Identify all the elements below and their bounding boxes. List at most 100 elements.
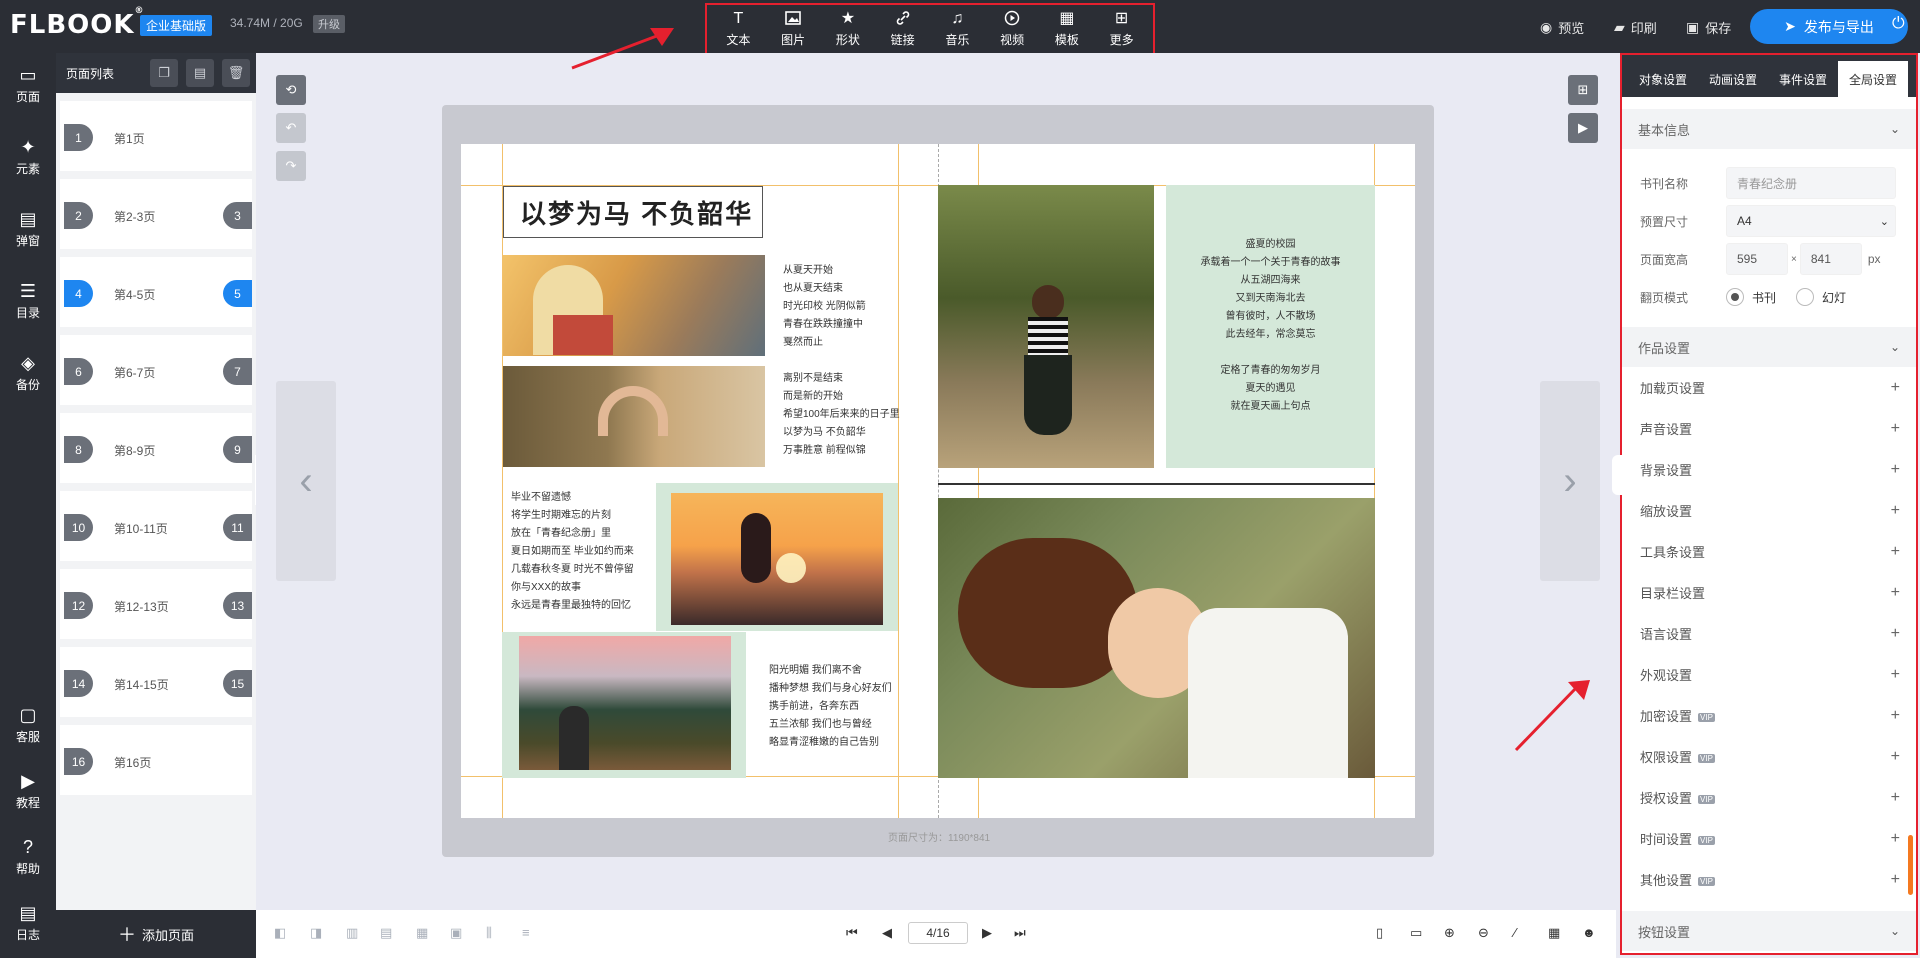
prev-page-icon[interactable]: ◀	[882, 925, 892, 941]
flip-slide-radio[interactable]	[1796, 288, 1815, 306]
photo-blonde-girl[interactable]	[503, 255, 765, 356]
add-page-button[interactable]: ＋添加页面	[56, 910, 256, 958]
align-left-icon[interactable]: ◧	[274, 925, 286, 941]
grid-icon[interactable]: ▦	[1548, 925, 1560, 941]
photo-girl-grass[interactable]	[938, 498, 1375, 778]
duplicate-page-button[interactable]: ▤	[186, 59, 214, 87]
page-width-input[interactable]: 595	[1726, 243, 1788, 275]
align-center-icon[interactable]: ◨	[310, 925, 322, 941]
section-work-settings[interactable]: 作品设置 ⌄	[1622, 327, 1916, 367]
nav-backup[interactable]: ◈ 备份	[0, 341, 56, 405]
spread-view-icon[interactable]: ▭	[1410, 925, 1422, 941]
page-view-icon[interactable]: ▯	[1376, 925, 1383, 941]
section-button-settings[interactable]: 按钮设置 ⌄	[1622, 911, 1916, 951]
next-page-icon[interactable]: ▶	[982, 925, 992, 941]
power-icon[interactable]: ⏻	[1892, 15, 1905, 33]
poem-text-5[interactable]: 盛夏的校园 承载着一个一个关于青春的故事 从五湖四海来 又到天南海北去 曾有彼时…	[1166, 236, 1375, 416]
page-item-6-7[interactable]: 6 第6-7页 7	[60, 335, 252, 405]
page-item-12-13[interactable]: 12 第12-13页 13	[60, 569, 252, 639]
zoom-out-icon[interactable]: ⊖	[1478, 925, 1489, 941]
setting-sound[interactable]: 声音设置 +	[1622, 408, 1916, 449]
align-bottom-icon[interactable]: ▣	[450, 925, 462, 941]
setting-toolbar[interactable]: 工具条设置 +	[1622, 531, 1916, 572]
tab-object-settings[interactable]: 对象设置	[1628, 61, 1698, 97]
photo-girl-walking[interactable]	[938, 185, 1154, 468]
poem-text-1[interactable]: 从夏天开始 也从夏天结束 时光印校 光阴似箭 青春在跌跌撞撞中 戛然而止	[783, 262, 866, 352]
setting-background[interactable]: 背景设置 +	[1622, 449, 1916, 490]
align-right-icon[interactable]: ▥	[346, 925, 358, 941]
book-name-input[interactable]: 青春纪念册	[1726, 167, 1896, 199]
page-item-4-5[interactable]: 4 第4-5页 5	[60, 257, 252, 327]
setting-time[interactable]: 时间设置 VIP +	[1622, 818, 1916, 859]
setting-authorization[interactable]: 授权设置 VIP +	[1622, 777, 1916, 818]
nav-page[interactable]: ▭ 页面	[0, 53, 56, 117]
photo-forest-camera[interactable]	[519, 636, 731, 770]
page-item-16[interactable]: 16 第16页	[60, 725, 252, 795]
print-button[interactable]: ▰ 印刷	[1614, 18, 1657, 37]
upgrade-button[interactable]: 升级	[313, 15, 345, 33]
tab-global-settings[interactable]: 全局设置	[1838, 61, 1908, 97]
setting-encryption[interactable]: 加密设置 VIP +	[1622, 695, 1916, 736]
page-height-input[interactable]: 841	[1799, 243, 1862, 275]
align-middle-icon[interactable]: ▦	[416, 925, 428, 941]
distribute-v-icon[interactable]: ≡	[522, 925, 530, 940]
setting-permission[interactable]: 权限设置 VIP +	[1622, 736, 1916, 777]
setting-toc-bar[interactable]: 目录栏设置 +	[1622, 572, 1916, 613]
save-button[interactable]: ▣ 保存	[1686, 18, 1731, 37]
setting-language[interactable]: 语言设置 +	[1622, 613, 1916, 654]
poem-text-2[interactable]: 离别不是结束 而是新的开始 希望100年后来来的日子里 以梦为马 不负韶华 万事…	[783, 370, 900, 460]
nav-log[interactable]: ▤ 日志	[0, 891, 56, 955]
tool-template[interactable]: ▦ 模板	[1040, 10, 1094, 48]
nav-service[interactable]: ▢ 客服	[0, 693, 56, 757]
flip-book-radio[interactable]	[1726, 288, 1744, 306]
tool-link[interactable]: 链接	[876, 10, 930, 48]
undo-button[interactable]: ↶	[276, 113, 306, 143]
nav-help[interactable]: ? 帮助	[0, 825, 56, 889]
setting-appearance[interactable]: 外观设置 +	[1622, 654, 1916, 695]
page-item-1[interactable]: 1 第1页	[60, 101, 252, 171]
poem-text-4[interactable]: 阳光明媚 我们离不舍 播种梦想 我们与身心好友们 携手前进，各奔东西 五兰浓郁 …	[769, 662, 892, 752]
first-page-icon[interactable]: ⏮	[846, 925, 858, 941]
smiley-icon[interactable]: ☻	[1582, 925, 1596, 940]
next-page-arrow[interactable]: ›	[1540, 381, 1600, 581]
expand-panel-handle[interactable]	[1612, 455, 1622, 495]
add-layer-button[interactable]: ⊞	[1568, 75, 1598, 105]
title-text-box[interactable]: 以梦为马 不负韶华	[503, 186, 763, 238]
distribute-h-icon[interactable]: ⫼	[486, 925, 492, 941]
tab-animation-settings[interactable]: 动画设置	[1698, 61, 1768, 97]
preset-size-select[interactable]: A4 ⌄	[1726, 205, 1896, 237]
nav-popup[interactable]: ▤ 弹窗	[0, 197, 56, 261]
prev-page-arrow[interactable]: ‹	[276, 381, 336, 581]
tool-more[interactable]: ⊞ 更多	[1095, 10, 1149, 48]
poem-text-3[interactable]: 毕业不留遗憾 将学生时期难忘的片刻 放在「青春纪念册」里 夏日如期而至 毕业如约…	[511, 489, 634, 615]
page-spread[interactable]: 以梦为马 不负韶华 从夏天开始 也从夏天结束 时光印校 光阴似箭 青春在跌跌撞撞…	[461, 144, 1415, 818]
tool-text[interactable]: T 文本	[711, 10, 765, 48]
setting-other[interactable]: 其他设置 VIP +	[1622, 859, 1916, 900]
zoom-in-icon[interactable]: ⊕	[1444, 925, 1455, 941]
logo[interactable]: FLBOOK®	[10, 6, 145, 40]
last-page-icon[interactable]: ⏭	[1014, 925, 1026, 941]
photo-swing-sunset[interactable]	[671, 493, 883, 625]
setting-loading-page[interactable]: 加载页设置 +	[1622, 367, 1916, 408]
history-button[interactable]: ⟲	[276, 75, 306, 105]
page-item-8-9[interactable]: 8 第8-9页 9	[60, 413, 252, 483]
tool-image[interactable]: 图片	[766, 10, 820, 48]
nav-toc[interactable]: ☰ 目录	[0, 269, 56, 333]
setting-zoom[interactable]: 缩放设置 +	[1622, 490, 1916, 531]
panel-scrollbar[interactable]	[1908, 835, 1913, 895]
play-preview-button[interactable]: ▶	[1568, 113, 1598, 143]
delete-page-button[interactable]: 🗑	[222, 59, 250, 87]
guide-toggle-icon[interactable]: ⁄	[1514, 925, 1516, 940]
align-top-icon[interactable]: ▤	[380, 925, 392, 941]
section-basic-info[interactable]: 基本信息 ⌄	[1622, 109, 1916, 149]
tool-video[interactable]: 视频	[985, 10, 1039, 48]
publish-export-button[interactable]: ➤ 发布与导出	[1750, 9, 1908, 44]
nav-tutorial[interactable]: ▶ 教程	[0, 759, 56, 823]
page-item-2-3[interactable]: 2 第2-3页 3	[60, 179, 252, 249]
page-number-input[interactable]	[908, 922, 968, 944]
tool-music[interactable]: ♫ 音乐	[930, 10, 984, 48]
copy-page-button[interactable]: ❐	[150, 59, 178, 87]
preview-button[interactable]: ◉ 预览	[1540, 18, 1584, 37]
tool-shape[interactable]: ★ 形状	[821, 10, 875, 48]
page-item-10-11[interactable]: 10 第10-11页 11	[60, 491, 252, 561]
